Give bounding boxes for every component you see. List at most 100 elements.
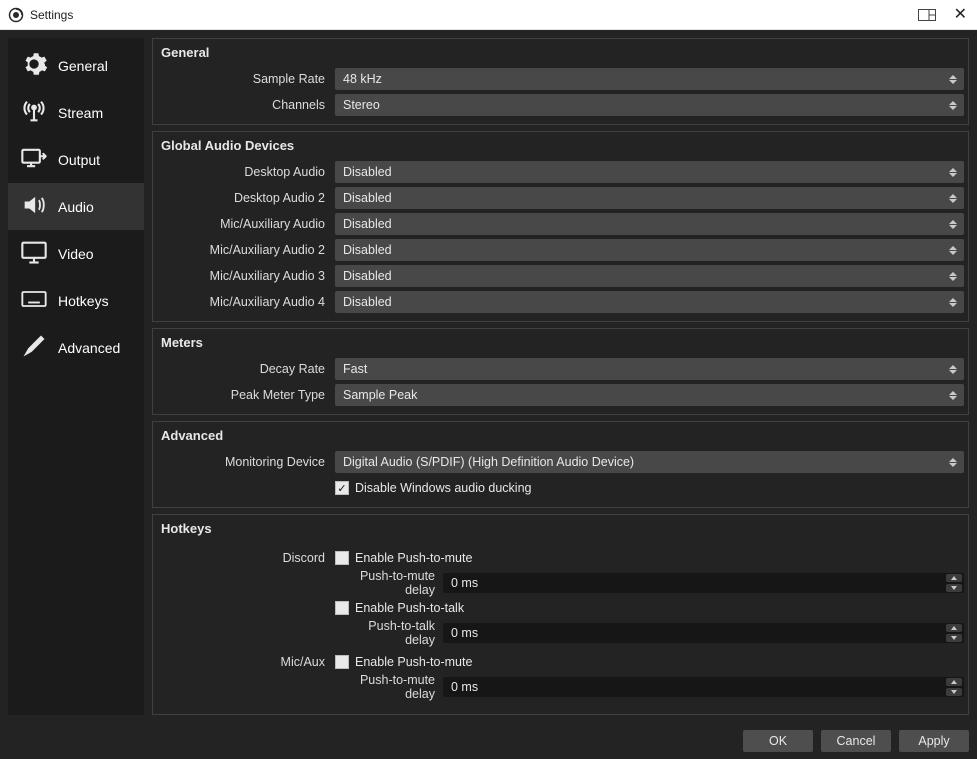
- window-title: Settings: [30, 8, 73, 22]
- mic-aux-audio-3-select[interactable]: Disabled: [335, 265, 964, 287]
- multiview-icon[interactable]: [918, 9, 936, 21]
- decay-rate-select[interactable]: Fast: [335, 358, 964, 380]
- hotkey-source-label: Discord: [157, 546, 335, 565]
- footer: OK Cancel Apply: [0, 723, 977, 759]
- sidebar-item-advanced[interactable]: Advanced: [8, 324, 144, 371]
- group-title: Advanced: [153, 422, 968, 449]
- push-to-mute-delay-input[interactable]: 0 ms: [443, 573, 964, 593]
- select-value: Fast: [343, 362, 367, 376]
- antenna-icon: [20, 97, 48, 128]
- device-label: Desktop Audio 2: [157, 191, 335, 205]
- monitoring-device-select[interactable]: Digital Audio (S/PDIF) (High Definition …: [335, 451, 964, 473]
- spinner-icon: [946, 386, 960, 404]
- sidebar-item-label: Advanced: [58, 340, 120, 356]
- sidebar-item-label: Stream: [58, 105, 103, 121]
- speaker-icon: [20, 191, 48, 222]
- group-general: General Sample Rate 48 kHz Channels Ster…: [152, 38, 969, 125]
- sidebar-item-label: Video: [58, 246, 94, 262]
- spinner-icon: [946, 293, 960, 311]
- group-title: General: [153, 39, 968, 66]
- push-to-talk-label: Enable Push-to-talk: [355, 601, 464, 615]
- decay-rate-label: Decay Rate: [157, 362, 335, 376]
- titlebar: Settings ✕: [0, 0, 977, 30]
- spinner-icon: [946, 453, 960, 471]
- select-value: Disabled: [343, 191, 392, 205]
- peak-meter-label: Peak Meter Type: [157, 388, 335, 402]
- select-value: Disabled: [343, 269, 392, 283]
- sidebar-item-video[interactable]: Video: [8, 230, 144, 277]
- monitor-icon: [20, 238, 48, 269]
- ducking-checkbox[interactable]: ✓: [335, 481, 349, 495]
- push-to-mute-label: Enable Push-to-mute: [355, 551, 472, 565]
- device-label: Mic/Auxiliary Audio 4: [157, 295, 335, 309]
- push-to-mute-delay-input[interactable]: 0 ms: [443, 677, 964, 697]
- select-value: Stereo: [343, 98, 380, 112]
- output-icon: [20, 144, 48, 175]
- sidebar-item-label: Audio: [58, 199, 94, 215]
- sidebar-item-audio[interactable]: Audio: [8, 183, 144, 230]
- select-value: Disabled: [343, 295, 392, 309]
- stepper-icon[interactable]: [946, 573, 962, 593]
- select-value: Sample Peak: [343, 388, 417, 402]
- push-to-talk-checkbox[interactable]: [335, 601, 349, 615]
- select-value: Digital Audio (S/PDIF) (High Definition …: [343, 455, 634, 469]
- group-hotkeys: Hotkeys Discord Enable Push-to-mute Push…: [152, 514, 969, 715]
- group-title: Hotkeys: [153, 515, 968, 542]
- stepper-icon[interactable]: [946, 623, 962, 643]
- desktop-audio-2-select[interactable]: Disabled: [335, 187, 964, 209]
- push-to-mute-delay-label: Push-to-mute delay: [335, 673, 435, 701]
- sidebar-item-label: Output: [58, 152, 100, 168]
- ducking-label: Disable Windows audio ducking: [355, 481, 531, 495]
- sidebar-item-label: General: [58, 58, 108, 74]
- spinner-icon: [946, 241, 960, 259]
- sidebar-item-stream[interactable]: Stream: [8, 89, 144, 136]
- group-title: Global Audio Devices: [153, 132, 968, 159]
- sample-rate-label: Sample Rate: [157, 72, 335, 86]
- desktop-audio-select[interactable]: Disabled: [335, 161, 964, 183]
- sample-rate-select[interactable]: 48 kHz: [335, 68, 964, 90]
- push-to-mute-checkbox[interactable]: [335, 655, 349, 669]
- channels-label: Channels: [157, 98, 335, 112]
- group-meters: Meters Decay Rate Fast Peak Meter Type Sam…: [152, 328, 969, 415]
- keyboard-icon: [20, 285, 48, 316]
- spinner-icon: [946, 70, 960, 88]
- select-value: Disabled: [343, 217, 392, 231]
- mic-aux-audio-2-select[interactable]: Disabled: [335, 239, 964, 261]
- apply-button[interactable]: Apply: [899, 730, 969, 752]
- cancel-button[interactable]: Cancel: [821, 730, 891, 752]
- spinner-icon: [946, 96, 960, 114]
- ok-button[interactable]: OK: [743, 730, 813, 752]
- group-title: Meters: [153, 329, 968, 356]
- content-pane: General Sample Rate 48 kHz Channels Ster…: [152, 38, 969, 715]
- channels-select[interactable]: Stereo: [335, 94, 964, 116]
- spinner-icon: [946, 189, 960, 207]
- select-value: Disabled: [343, 165, 392, 179]
- push-to-talk-delay-input[interactable]: 0 ms: [443, 623, 964, 643]
- device-label: Mic/Auxiliary Audio: [157, 217, 335, 231]
- select-value: Disabled: [343, 243, 392, 257]
- push-to-mute-delay-label: Push-to-mute delay: [335, 569, 435, 597]
- tools-icon: [20, 332, 48, 363]
- spinner-icon: [946, 360, 960, 378]
- sidebar-item-output[interactable]: Output: [8, 136, 144, 183]
- num-value: 0 ms: [451, 626, 478, 640]
- stepper-icon[interactable]: [946, 677, 962, 697]
- push-to-talk-delay-label: Push-to-talk delay: [335, 619, 435, 647]
- push-to-mute-label: Enable Push-to-mute: [355, 655, 472, 669]
- sidebar-item-label: Hotkeys: [58, 293, 109, 309]
- group-global-audio: Global Audio Devices Desktop Audio Disabl…: [152, 131, 969, 322]
- device-label: Mic/Auxiliary Audio 3: [157, 269, 335, 283]
- num-value: 0 ms: [451, 576, 478, 590]
- close-icon[interactable]: ✕: [954, 7, 967, 23]
- peak-meter-select[interactable]: Sample Peak: [335, 384, 964, 406]
- device-label: Desktop Audio: [157, 165, 335, 179]
- mic-aux-audio-select[interactable]: Disabled: [335, 213, 964, 235]
- push-to-mute-checkbox[interactable]: [335, 551, 349, 565]
- sidebar-item-hotkeys[interactable]: Hotkeys: [8, 277, 144, 324]
- select-value: 48 kHz: [343, 72, 382, 86]
- monitoring-device-label: Monitoring Device: [157, 455, 335, 469]
- mic-aux-audio-4-select[interactable]: Disabled: [335, 291, 964, 313]
- device-label: Mic/Auxiliary Audio 2: [157, 243, 335, 257]
- app-icon: [8, 7, 24, 23]
- sidebar-item-general[interactable]: General: [8, 42, 144, 89]
